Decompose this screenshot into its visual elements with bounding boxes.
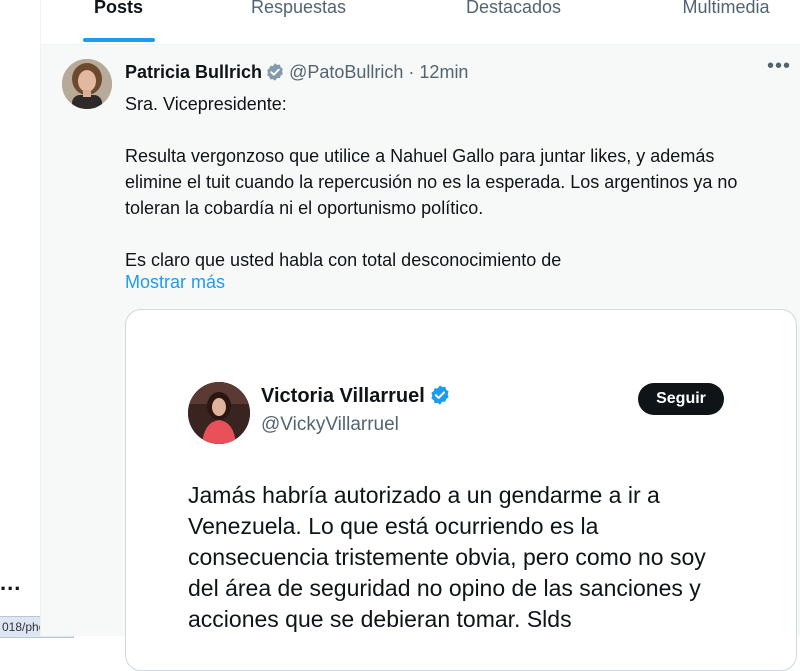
- quoted-name-text: Victoria Villarruel: [261, 385, 425, 407]
- quoted-avatar: [188, 382, 250, 444]
- avatar[interactable]: [62, 59, 112, 109]
- tab-respuestas[interactable]: Respuestas: [216, 0, 381, 44]
- show-more-link[interactable]: Mostrar más: [125, 269, 225, 295]
- more-horizontal-icon[interactable]: •••: [767, 55, 791, 78]
- separator: ·: [408, 62, 415, 82]
- active-tab-indicator: [83, 38, 155, 42]
- profile-tabs: Posts Respuestas Destacados Multimedia: [41, 0, 800, 45]
- quoted-avatar-image: [188, 382, 250, 444]
- quoted-text-line: del área de seguridad no opino de las sa…: [188, 575, 701, 601]
- tweet-text: Sra. Vicepresidente: Resulta vergonzoso …: [125, 91, 775, 273]
- quoted-text-line: acciones que se debieran tomar. Slds: [188, 606, 572, 632]
- tab-destacados-label: Destacados: [465, 0, 562, 17]
- author-name[interactable]: Patricia Bullrich: [125, 62, 262, 82]
- left-panel: ... 018/photo/1: [0, 0, 75, 638]
- more-dots-icon[interactable]: ...: [0, 570, 21, 596]
- quoted-text-line: Jamás habría autorizado a un gendarme a …: [188, 482, 660, 508]
- tweet[interactable]: Patricia Bullrich @PatoBullrich · 12min •…: [41, 45, 800, 671]
- tab-respuestas-label: Respuestas: [250, 0, 347, 17]
- verified-badge-icon: [431, 385, 449, 405]
- verified-badge-icon: [267, 63, 283, 81]
- follow-button: Seguir: [638, 383, 724, 415]
- tweet-header: Patricia Bullrich @PatoBullrich · 12min: [125, 61, 468, 83]
- tab-multimedia-label: Multimedia: [682, 0, 770, 17]
- tweet-text-line: Resulta vergonzoso que utilice a Nahuel …: [125, 146, 738, 218]
- avatar-portrait-image: [62, 59, 112, 109]
- tab-multimedia[interactable]: Multimedia: [641, 0, 800, 44]
- tab-destacados[interactable]: Destacados: [426, 0, 601, 44]
- quoted-text-line: consecuencia tristemente obvia, pero com…: [188, 544, 706, 570]
- quoted-text: Jamás habría autorizado a un gendarme a …: [188, 480, 788, 635]
- quoted-name: Victoria Villarruel: [261, 384, 451, 408]
- profile-timeline: Posts Respuestas Destacados Multimedia P…: [40, 0, 800, 671]
- quoted-handle: @VickyVillarruel: [261, 414, 399, 435]
- attached-image-card[interactable]: Victoria Villarruel @VickyVillarruel Seg…: [125, 309, 797, 671]
- tweet-text-line: Sra. Vicepresidente:: [125, 94, 287, 114]
- quoted-text-line: Venezuela. Lo que está ocurriendo es la: [188, 513, 599, 539]
- tab-posts-label: Posts: [93, 0, 144, 17]
- tweet-time[interactable]: 12min: [419, 62, 468, 82]
- author-handle[interactable]: @PatoBullrich: [289, 62, 403, 82]
